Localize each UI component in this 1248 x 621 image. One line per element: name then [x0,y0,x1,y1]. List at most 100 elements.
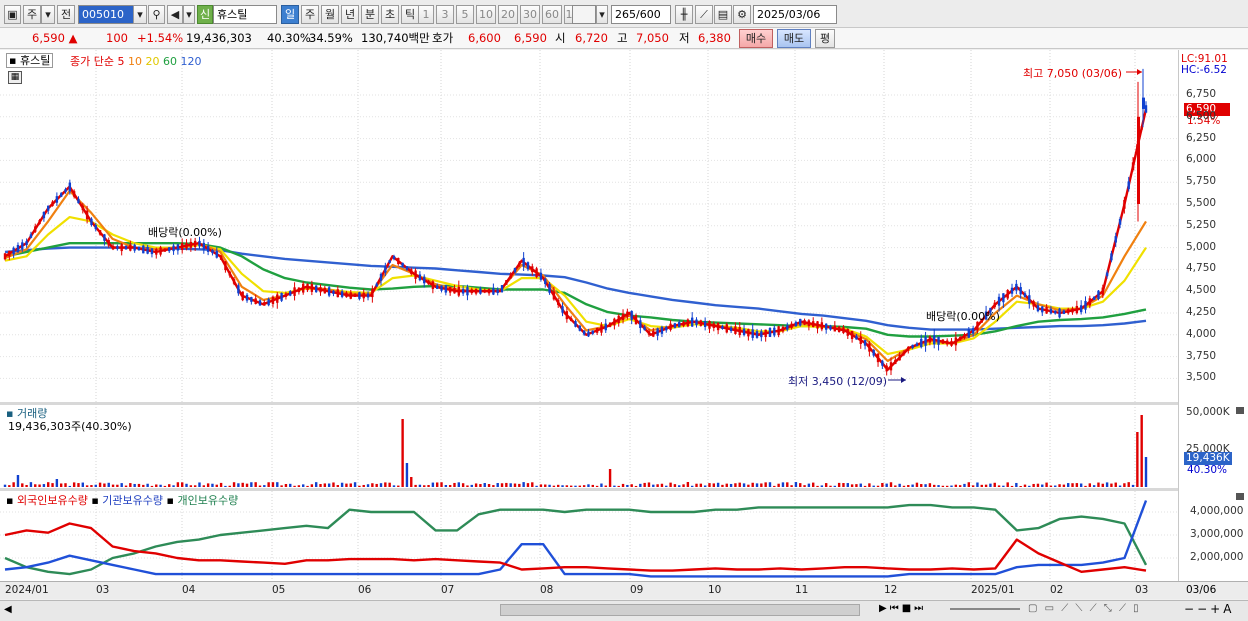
volume-bar [310,484,314,487]
volume-bar [267,482,270,487]
candle-body [1010,287,1014,294]
candle-body [993,302,996,308]
zoom-slider[interactable] [950,608,1020,610]
table-icon[interactable]: ▦ [8,71,22,84]
volume-bar [410,477,413,487]
volume-bar [427,485,430,487]
zoom-in-icon[interactable]: + [1210,602,1223,616]
scroll-thumb[interactable] [500,604,860,616]
ma-legend-20: 20 [145,55,160,68]
volume-bar [751,482,754,487]
volume-bar [211,483,214,487]
playback-controls[interactable]: ▶⏮■⏭ [879,603,926,614]
volume-bar [1062,484,1066,487]
next-icon[interactable]: ▶ [879,603,890,614]
volume-bar [1084,485,1087,487]
candle-body [237,285,240,294]
candle-body [945,340,949,345]
first-icon[interactable]: ⏮ [890,603,902,614]
volume-bar [924,484,927,487]
last-icon[interactable]: ⏭ [914,603,926,614]
candle-body [457,286,461,296]
volume-bar [1079,483,1083,487]
candle-body [794,321,798,327]
zoom-reset-icon[interactable]: − [1197,602,1210,616]
candle-body [172,245,175,252]
volume-bar [876,485,880,487]
candle-body [362,292,365,299]
candle-body [526,262,530,270]
volume-bar [228,485,231,487]
volume-bar [241,482,244,487]
candle-body [241,291,244,301]
volume-bar [392,485,396,487]
volume-bar [232,482,236,487]
candle-body [816,321,819,329]
candle-body [967,329,970,338]
candle-body [1131,162,1135,171]
volume-bar [660,483,664,487]
tool-icons[interactable]: ▢ ▭ ⟋ ⟍ ⟋ ⤡ ⟋ ▯ [1028,603,1141,614]
price-tick: 5,500 [1186,197,1217,209]
volume-bar [159,484,162,487]
volume-bar [366,484,370,487]
volume-bar [665,485,668,487]
volume-bar [1010,485,1014,487]
holding-close-icon[interactable] [1236,493,1244,500]
volume-bar [678,485,681,487]
candle-body [68,182,72,192]
font-size-icon[interactable]: A [1223,602,1234,616]
hold-tick-4m: 4,000,000 [1190,505,1244,517]
zoom-controls[interactable]: −−+A [1184,602,1234,616]
holding-legend: ▪ 외국인보유수량 ▪ 기관보유수량 ▪ 개인보유수량 [6,492,238,508]
candle-body [64,189,67,193]
hold-tick-3m: 3,000,000 [1190,528,1244,540]
volume-bar [552,485,556,487]
volume-bar [902,485,906,487]
volume-bar [820,485,824,487]
candle-body [483,289,486,293]
candle-body [289,291,292,296]
price-tick: 5,000 [1186,240,1217,253]
candle-body [505,280,508,285]
volume-bar [617,485,620,487]
volume-bar [846,483,849,487]
stop-icon[interactable]: ■ [902,603,914,614]
zoom-out-icon[interactable]: − [1184,602,1197,616]
volume-bar [816,485,819,487]
candle-body [440,285,443,291]
candle-body [924,336,927,346]
volume-bar [1144,457,1148,487]
price-tick: 5,750 [1186,175,1217,188]
chart-canvas[interactable] [0,0,1248,621]
volume-bar [64,483,67,487]
candle-body [574,321,577,327]
volume-bar [673,484,677,487]
volume-bar [591,484,594,487]
volume-bar [1105,482,1109,487]
candle-body [492,287,495,295]
volume-bar [12,482,15,487]
volume-bar [764,482,767,487]
low-annotation: 최저 3,450 (12/09) [788,375,888,388]
x-axis-label: 2025/01 [971,584,1015,596]
volume-bar [280,485,283,487]
volume-bar [963,483,966,487]
volume-bar [945,485,949,487]
ma-legend-title: 종가 단순 [70,55,114,68]
volume-close-icon[interactable] [1236,407,1244,414]
volume-bar [807,483,811,487]
stock-tag[interactable]: ▪ 휴스틸 [6,53,54,68]
volume-bar [103,483,106,487]
volume-bar [215,484,218,487]
candle-body [781,326,785,332]
candle-body [327,287,331,296]
candle-body [98,230,102,235]
candle-body [751,329,754,338]
volume-bar [1088,483,1092,487]
candle-body [202,242,206,250]
candle-body [29,234,33,238]
volume-bar [21,483,24,487]
scroll-left-icon[interactable]: ◀ [4,604,12,615]
x-axis-label: 11 [795,584,809,596]
